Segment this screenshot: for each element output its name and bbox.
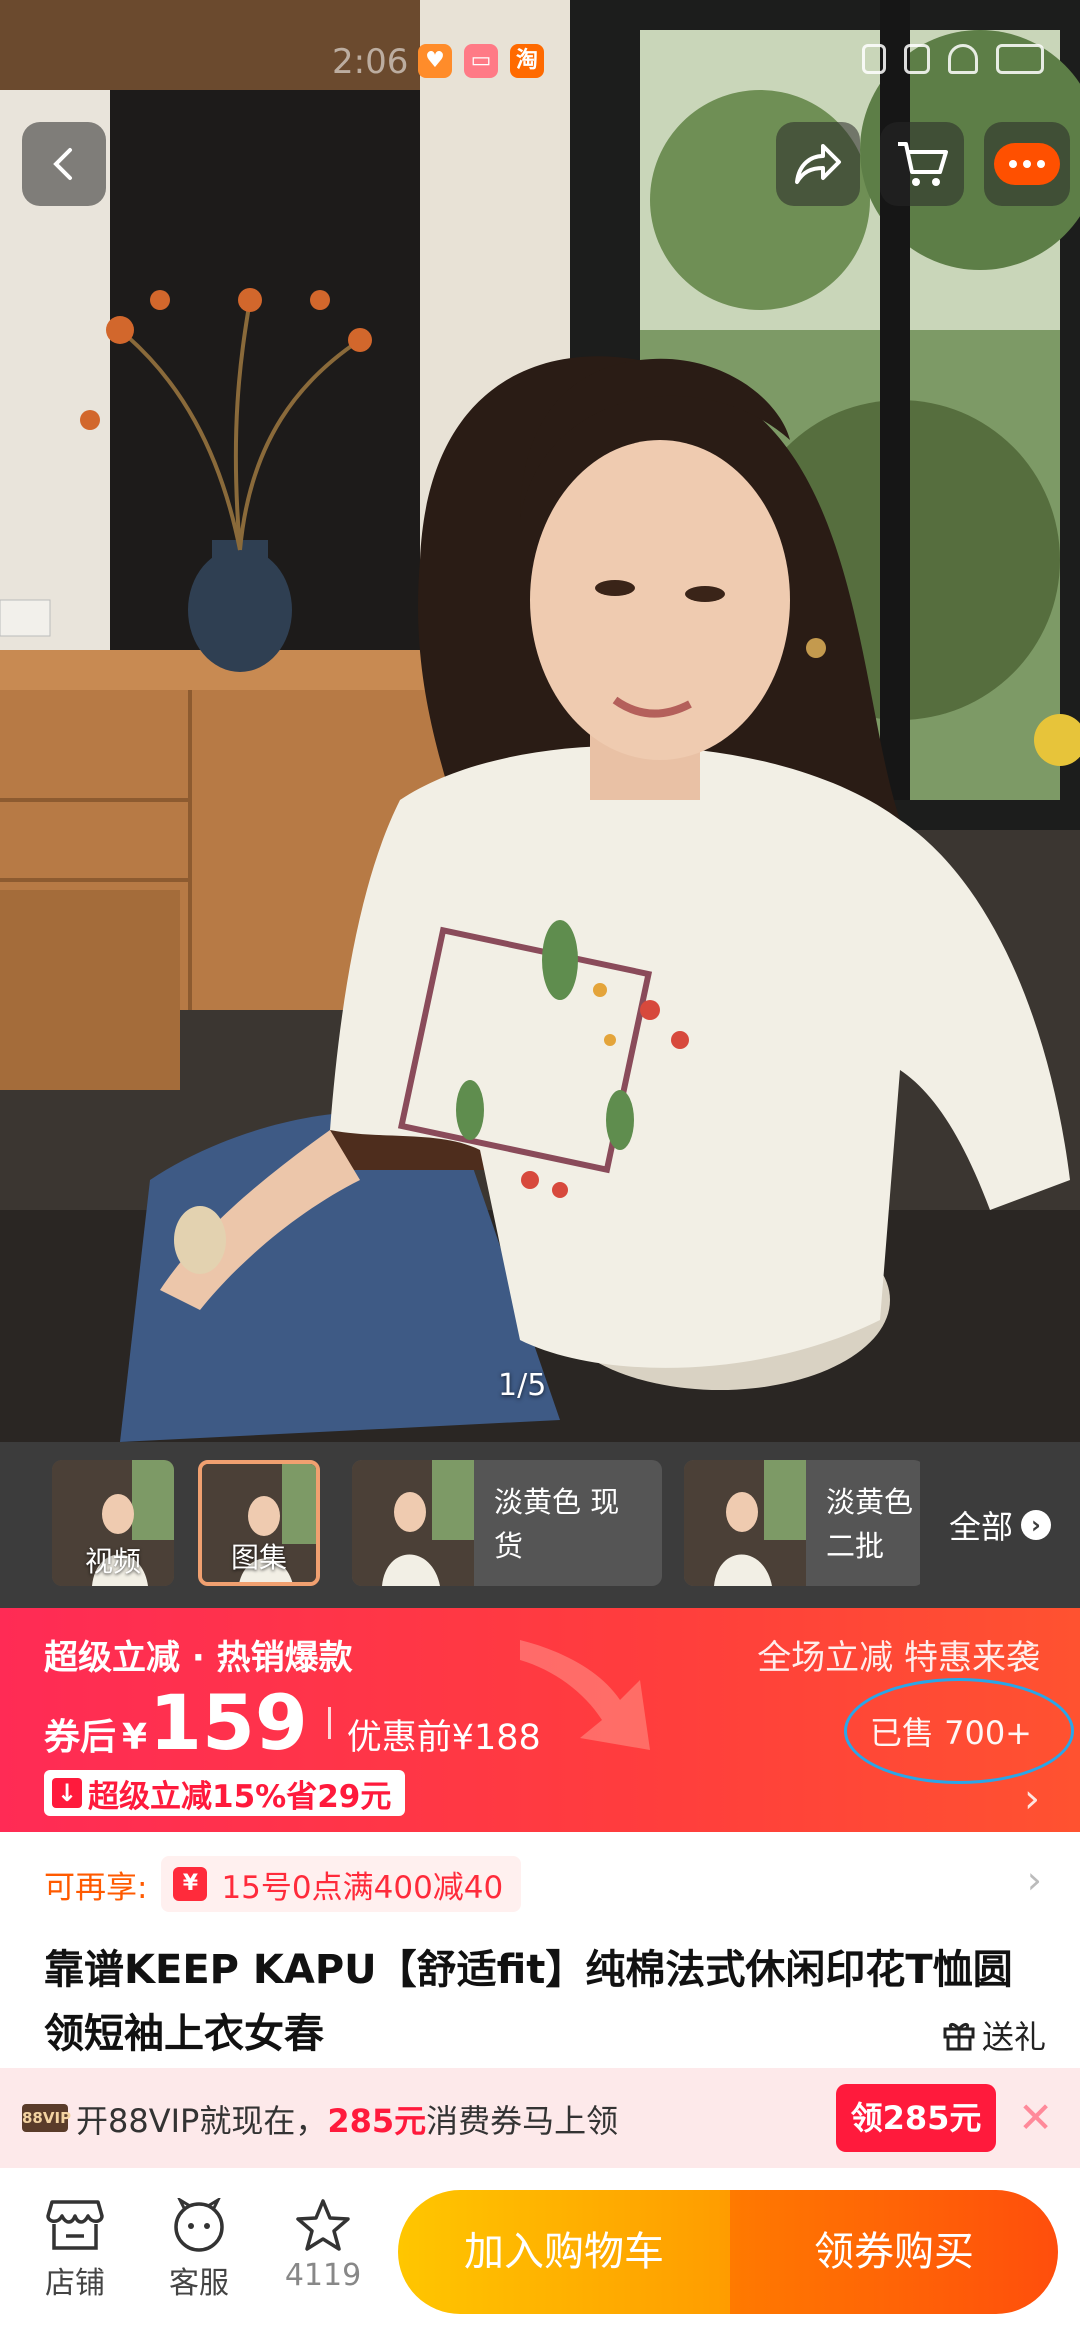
perk-chip[interactable]: ¥ 15号0点满400减40 (161, 1856, 522, 1912)
thumbnail-variant-current[interactable]: 淡黄色 现货 (352, 1460, 662, 1586)
vip-claim-button[interactable]: 领285元 (836, 2084, 996, 2152)
signal-icon (904, 44, 930, 74)
variant-label: 淡黄色 现货 (494, 1485, 620, 1563)
currency-symbol: ¥ (122, 1717, 148, 1758)
vip-badge: 88VIP (22, 2104, 71, 2132)
vip-text-after: 消费券马上领 (426, 2102, 619, 2140)
cart-button[interactable] (880, 122, 964, 206)
gift-app-icon: ▭ (464, 44, 498, 78)
star-icon (296, 2199, 350, 2251)
thumbnail-image (684, 1460, 806, 1586)
arrow-down-icon: ↓ (52, 1778, 82, 1808)
price-divider (327, 1706, 331, 1739)
gift-icon (943, 2022, 975, 2051)
product-info: 可再享: ¥ 15号0点满400减40 › 靠谱KEEP KAPU【舒适fit】… (0, 1832, 1080, 2068)
buy-with-coupon-button[interactable]: 领券购买 (730, 2190, 1058, 2314)
vip-bar[interactable]: 88VIP 开88VIP就现在，285元消费券马上领 领285元 ✕ (0, 2068, 1080, 2168)
chevron-right-icon[interactable]: › (1027, 1858, 1042, 1902)
wifi-icon (948, 44, 978, 74)
perk-label: 可再享: (44, 1869, 148, 1906)
more-button[interactable] (984, 122, 1070, 206)
perk-row[interactable]: 可再享: ¥ 15号0点满400减40 (44, 1856, 522, 1912)
status-icons (862, 44, 1044, 74)
thumbnail-gallery[interactable]: 图集 (198, 1460, 320, 1586)
price-row: 券后 ¥ 159 优惠前¥188 (44, 1678, 541, 1767)
status-bar: 2:06 ♥ ▭ 淘 (0, 30, 1080, 90)
store-label: 店铺 (45, 2266, 105, 2301)
nfc-icon (862, 44, 886, 74)
favorite-count: 4119 (284, 2258, 362, 2293)
product-title: 靠谱KEEP KAPU【舒适fit】纯棉法式休闲印花T恤圆领短袖上衣女春 (44, 1947, 1013, 2057)
heart-app-icon: ♥ (418, 44, 452, 78)
variant-label: 淡黄色 二批 (826, 1485, 914, 1563)
customer-service-icon (174, 2198, 224, 2252)
product-image[interactable]: 2:06 ♥ ▭ 淘 1/5 (0, 0, 1080, 1442)
view-all-label: 全部 (948, 1508, 1013, 1546)
gift-button[interactable]: 送礼 (942, 2012, 1046, 2058)
share-button[interactable] (776, 122, 860, 206)
product-photo (0, 0, 1080, 1442)
view-all-button[interactable]: 全部 › (920, 1442, 1080, 1608)
price-prefix: 券后 (44, 1717, 117, 1758)
customer-service-button[interactable]: 客服 (144, 2198, 254, 2302)
favorite-button[interactable]: 4119 (268, 2198, 378, 2293)
sold-count: 已售 700+ (869, 1714, 1032, 1752)
chevron-right-icon: › (1024, 1776, 1040, 1822)
coupon-icon: ¥ (173, 1867, 208, 1901)
share-icon (795, 144, 841, 184)
vip-text: 开88VIP就现在，285元消费券马上领 (76, 2096, 618, 2142)
vip-amount: 285元 (327, 2102, 427, 2140)
bottom-action-bar: 店铺 客服 4119 加入购物车 领券购买 (0, 2168, 1080, 2338)
price-banner[interactable]: 超级立减 · 热销爆款 全场立减 特惠来袭 券后 ¥ 159 优惠前¥188 已… (0, 1608, 1080, 1832)
vip-text-before: 开88VIP就现在， (76, 2102, 328, 2140)
perk-text: 15号0点满400减40 (221, 1869, 504, 1906)
thumbnail-variant-batch2[interactable]: 淡黄色 二批 (684, 1460, 924, 1586)
store-icon (46, 2200, 104, 2250)
original-price: 优惠前¥188 (346, 1718, 541, 1758)
arrow-decoration-icon (520, 1640, 650, 1750)
more-icon (994, 143, 1060, 185)
promo-title: 超级立减 · 热销爆款 (44, 1638, 353, 1678)
status-time: 2:06 (332, 42, 409, 82)
close-icon[interactable]: ✕ (1018, 2094, 1053, 2142)
back-button[interactable] (22, 122, 106, 206)
promo-slogan: 全场立减 特惠来袭 (757, 1638, 1040, 1678)
discount-tag: ↓ 超级立减15%省29元 (44, 1770, 406, 1816)
chevron-right-icon: › (1021, 1510, 1051, 1540)
service-label: 客服 (169, 2266, 229, 2301)
chevron-left-icon (53, 148, 72, 180)
thumbnail-label: 视频 (84, 1545, 141, 1578)
store-button[interactable]: 店铺 (20, 2198, 130, 2302)
thumbnail-strip: 视频 图集 淡黄色 现货 淡黄色 二批 全部 › (0, 1442, 1080, 1608)
cart-icon (898, 142, 948, 186)
discount-text: 超级立减15%省29元 (88, 1778, 392, 1815)
thumbnail-label: 图集 (230, 1541, 287, 1574)
taobao-app-icon: 淘 (510, 44, 544, 78)
gift-label: 送礼 (981, 2018, 1046, 2056)
image-counter: 1/5 (498, 1368, 547, 1403)
thumbnail-video[interactable]: 视频 (52, 1460, 174, 1586)
battery-icon (996, 44, 1044, 74)
price-value: 159 (149, 1678, 308, 1767)
thumbnail-image (352, 1460, 474, 1586)
add-to-cart-button[interactable]: 加入购物车 (398, 2190, 730, 2314)
